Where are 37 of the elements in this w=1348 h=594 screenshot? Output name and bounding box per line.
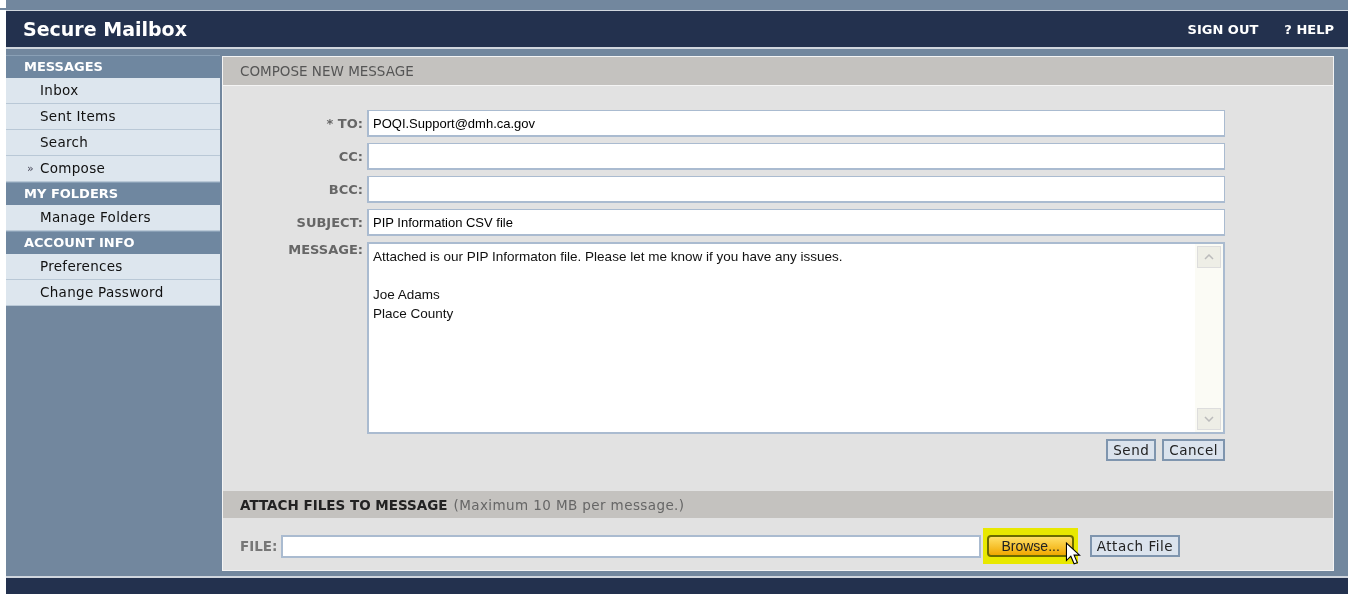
field-label: CC: bbox=[337, 149, 363, 164]
browse-button[interactable]: Browse... bbox=[987, 535, 1074, 557]
message-field[interactable]: Attached is our PIP Informaton file. Please let me know if you have any issues. Joe Adams Place County bbox=[367, 242, 1225, 434]
field-label: MESSAGE: bbox=[287, 242, 363, 257]
scrollbar[interactable] bbox=[1195, 244, 1223, 432]
attach-heading: ATTACH FILES TO MESSAGE bbox=[240, 496, 448, 513]
file-path-field[interactable] bbox=[281, 534, 982, 558]
mouse-pointer-icon bbox=[1065, 542, 1082, 566]
scroll-up-button[interactable] bbox=[1197, 246, 1221, 268]
input-field[interactable] bbox=[367, 176, 1225, 203]
chevron-down-icon bbox=[1204, 416, 1214, 422]
scroll-down-button[interactable] bbox=[1197, 408, 1221, 430]
sidebar-item[interactable]: Change Password bbox=[6, 280, 220, 306]
field-label: SUBJECT: bbox=[295, 215, 363, 230]
sidebar-item[interactable]: Manage Folders bbox=[6, 205, 220, 231]
input-field[interactable]: PIP Information CSV file bbox=[367, 209, 1225, 236]
sidebar-item[interactable]: Sent Items bbox=[6, 104, 220, 130]
field-label: FILE: bbox=[240, 538, 278, 554]
panel-heading: COMPOSE NEW MESSAGE bbox=[223, 57, 1333, 86]
input-field[interactable]: POQI.Support@dmh.ca.gov bbox=[367, 110, 1225, 137]
header-link[interactable]: ? HELP bbox=[1284, 21, 1334, 37]
field-label: * TO: bbox=[325, 116, 363, 131]
attach-note: (Maximum 10 MB per message.) bbox=[453, 496, 685, 513]
sidebar-item[interactable]: Preferences bbox=[6, 254, 220, 280]
chevron-up-icon bbox=[1204, 254, 1214, 260]
sidebar-item[interactable]: » Compose bbox=[6, 156, 220, 182]
field-label: BCC: bbox=[327, 182, 363, 197]
sidebar-item[interactable]: Inbox bbox=[6, 78, 220, 104]
header-link[interactable]: SIGN OUT bbox=[1187, 21, 1259, 37]
selected-marker: » bbox=[25, 161, 35, 177]
message-text: Attached is our PIP Informaton file. Please let me know if you have any issues. Joe Adams Place County bbox=[372, 248, 844, 323]
input-field[interactable] bbox=[367, 143, 1225, 170]
form-button[interactable]: Cancel bbox=[1162, 439, 1225, 461]
sidebar-item[interactable]: Search bbox=[6, 130, 220, 156]
attach-file-button[interactable]: Attach File bbox=[1089, 535, 1181, 557]
app-title: Secure Mailbox bbox=[23, 18, 187, 40]
form-button[interactable]: Send bbox=[1106, 439, 1157, 461]
